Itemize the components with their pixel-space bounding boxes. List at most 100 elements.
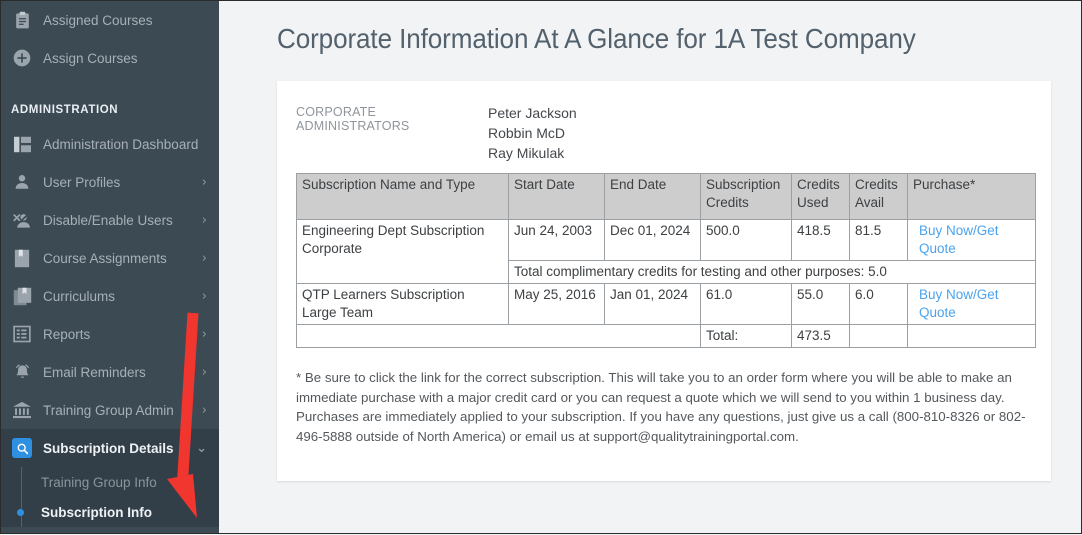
table-total-row: Total: 473.5 xyxy=(296,324,1036,348)
cell-subscription-credits: 61.0 xyxy=(700,283,792,325)
administrator-name: Robbin McD xyxy=(488,125,566,141)
sidebar-group-subscription-details: Subscription Details ⌄ Training Group In… xyxy=(1,429,219,527)
cell-empty xyxy=(296,324,701,348)
cell-total-label: Total: xyxy=(700,324,792,348)
sidebar-item-label: User Profiles xyxy=(43,174,121,190)
table-header-row: Subscription Name and Type Start Date En… xyxy=(296,173,1036,220)
cell-credits-used: 418.5 xyxy=(791,219,850,261)
cell-purchase: Buy Now/Get Quote xyxy=(907,219,1036,261)
app-window: Assigned Courses Assign Courses ADMINIST… xyxy=(0,0,1082,534)
chevron-right-icon: › xyxy=(201,364,207,380)
sidebar-item-course-assignments[interactable]: Course Assignments › xyxy=(1,239,219,277)
chevron-down-icon: ⌄ xyxy=(196,440,207,456)
cell-start-date: Jun 24, 2003 xyxy=(508,219,605,261)
bank-icon xyxy=(11,399,33,421)
chevron-right-icon: › xyxy=(201,326,207,342)
subscription-type-line2: Large Team xyxy=(302,305,374,320)
sidebar-item-label: Disable/Enable Users xyxy=(43,212,173,228)
sidebar-item-label: Assigned Courses xyxy=(43,12,153,28)
sidebar-item-subscription-info[interactable]: Subscription Info xyxy=(1,497,219,527)
sidebar-subitem-label: Training Group Info xyxy=(41,474,157,490)
user-icon xyxy=(11,171,33,193)
cell-credits-used: 55.0 xyxy=(791,283,850,325)
dashboard-icon xyxy=(11,133,33,155)
sidebar-item-label: Assign Courses xyxy=(43,50,138,66)
page-title: Corporate Information At A Glance for 1A… xyxy=(277,23,916,54)
column-header-start: Start Date xyxy=(508,173,605,220)
cell-credits-avail: 81.5 xyxy=(849,219,908,261)
cell-empty xyxy=(907,324,1036,348)
sidebar-item-training-group-admin[interactable]: Training Group Admin › xyxy=(1,391,219,429)
administrator-name: Peter Jackson xyxy=(488,105,577,121)
cell-subscription-name: Engineering Dept Subscription Corporate xyxy=(296,219,509,284)
buy-now-get-quote-link[interactable]: Buy Now/Get Quote xyxy=(913,286,1030,322)
table-head: Subscription Name and Type Start Date En… xyxy=(296,173,1036,220)
user-disable-icon xyxy=(11,209,33,231)
administrator-name: Ray Mikulak xyxy=(488,145,565,161)
cell-subscription-name: QTP Learners Subscription Large Team xyxy=(296,283,509,325)
sidebar-item-label: Subscription Details xyxy=(43,440,174,456)
table-row: QTP Learners Subscription Large Team May… xyxy=(296,283,1036,325)
sidebar-item-user-profiles[interactable]: User Profiles › xyxy=(1,163,219,201)
column-header-end: End Date xyxy=(604,173,701,220)
table-body: Engineering Dept Subscription Corporate … xyxy=(296,219,1036,348)
books-icon xyxy=(11,285,33,307)
cell-subscription-credits: 500.0 xyxy=(700,219,792,261)
sidebar-item-disable-enable-users[interactable]: Disable/Enable Users › xyxy=(1,201,219,239)
cell-credits-avail: 6.0 xyxy=(849,283,908,325)
subscription-name-line1: QTP Learners Subscription xyxy=(302,287,465,302)
bell-icon xyxy=(11,361,33,383)
book-icon xyxy=(11,247,33,269)
sidebar: Assigned Courses Assign Courses ADMINIST… xyxy=(1,1,219,533)
sidebar-item-subscription-details[interactable]: Subscription Details ⌄ xyxy=(1,429,219,467)
sidebar-item-training-group-info[interactable]: Training Group Info xyxy=(1,467,219,497)
sidebar-item-assigned-courses[interactable]: Assigned Courses xyxy=(1,1,219,39)
report-grid-icon xyxy=(11,323,33,345)
sidebar-item-label: Training Group Admin xyxy=(43,402,174,418)
column-header-used: Credits Used xyxy=(791,173,850,220)
sidebar-item-administration-dashboard[interactable]: Administration Dashboard xyxy=(1,125,219,163)
cell-purchase: Buy Now/Get Quote xyxy=(907,283,1036,325)
cell-end-date: Jan 01, 2024 xyxy=(604,283,701,325)
clipboard-icon xyxy=(11,9,33,31)
subscriptions-table: Subscription Name and Type Start Date En… xyxy=(296,173,1036,348)
magnifier-icon xyxy=(11,437,33,459)
subscription-name-line1: Engineering Dept Subscription xyxy=(302,223,485,238)
chevron-right-icon: › xyxy=(201,288,207,304)
plus-circle-icon xyxy=(11,47,33,69)
sidebar-item-curriculums[interactable]: Curriculums › xyxy=(1,277,219,315)
table-row: Engineering Dept Subscription Corporate … xyxy=(296,219,1036,284)
corporate-administrators: CORPORATE ADMINISTRATORS Peter Jackson R… xyxy=(296,103,1032,163)
sidebar-item-reports[interactable]: Reports › xyxy=(1,315,219,353)
sidebar-item-label: Curriculums xyxy=(43,288,116,304)
corporate-administrators-list: Peter Jackson Robbin McD Ray Mikulak xyxy=(488,103,577,163)
column-header-credits: Subscription Credits xyxy=(700,173,792,220)
chevron-right-icon: › xyxy=(201,250,207,266)
column-header-purchase: Purchase* xyxy=(907,173,1036,220)
cell-total-value: 473.5 xyxy=(791,324,850,348)
buy-now-get-quote-link[interactable]: Buy Now/Get Quote xyxy=(913,222,1030,258)
chevron-right-icon: › xyxy=(201,402,207,418)
column-header-name: Subscription Name and Type xyxy=(296,173,509,220)
sidebar-section-administration: ADMINISTRATION xyxy=(11,104,119,116)
sidebar-item-label: Administration Dashboard xyxy=(43,136,199,152)
sidebar-item-label: Email Reminders xyxy=(43,364,146,380)
sidebar-item-label: Reports xyxy=(43,326,91,342)
chevron-right-icon: › xyxy=(201,174,207,190)
corporate-administrators-label: CORPORATE ADMINISTRATORS xyxy=(296,105,410,133)
cell-start-date: May 25, 2016 xyxy=(508,283,605,325)
sidebar-item-label: Course Assignments xyxy=(43,250,167,266)
sidebar-item-assign-courses[interactable]: Assign Courses xyxy=(1,39,219,77)
sidebar-submenu: Training Group Info Subscription Info xyxy=(1,467,219,527)
purchase-footnote: * Be sure to click the link for the corr… xyxy=(296,370,1026,444)
active-dot-icon xyxy=(17,508,24,516)
subscription-card: CORPORATE ADMINISTRATORS Peter Jackson R… xyxy=(277,81,1051,482)
cell-empty xyxy=(849,324,908,348)
subscription-type-line2: Corporate xyxy=(302,241,363,256)
sidebar-subitem-label: Subscription Info xyxy=(41,504,152,520)
chevron-right-icon: › xyxy=(201,212,207,228)
main-content: Corporate Information At A Glance for 1A… xyxy=(219,1,1081,533)
cell-end-date: Dec 01, 2024 xyxy=(604,219,701,261)
cell-complimentary-credits-note: Total complimentary credits for testing … xyxy=(508,260,1036,284)
sidebar-item-email-reminders[interactable]: Email Reminders › xyxy=(1,353,219,391)
